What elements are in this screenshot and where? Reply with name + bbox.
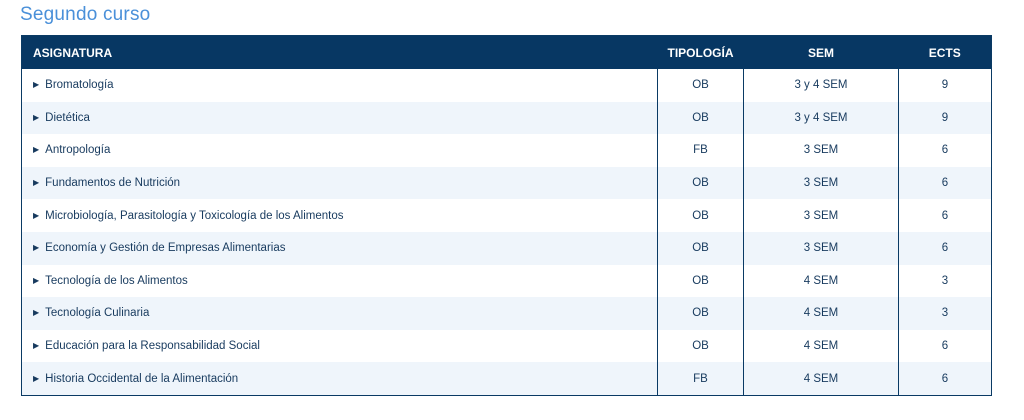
table-row: ▶ Microbiología, Parasitología y Toxicolo… <box>21 199 992 232</box>
ects-cell: 6 <box>898 134 992 167</box>
subject-cell[interactable]: ▶ Antropología <box>21 134 658 167</box>
subject-link[interactable]: Economía y Gestión de Empresas Alimentar… <box>45 242 285 254</box>
table-row: ▶ Dietética OB 3 y 4 SEM 9 <box>21 101 992 135</box>
tipologia-cell: OB <box>657 231 744 265</box>
page: Segundo curso ASIGNATURA TIPOLOGÍA SEM E… <box>0 0 1024 420</box>
sem-cell: 3 SEM <box>743 166 899 200</box>
subject-cell[interactable]: ▶ Fundamentos de Nutrición <box>21 166 658 200</box>
triangle-right-icon[interactable]: ▶ <box>33 374 39 383</box>
subject-cell[interactable]: ▶ Educación para la Responsabilidad Socia… <box>21 329 658 363</box>
sem-cell: 3 SEM <box>743 134 899 167</box>
sem-cell: 3 SEM <box>743 199 899 232</box>
triangle-right-icon[interactable]: ▶ <box>33 211 39 220</box>
ects-cell: 6 <box>898 362 992 396</box>
triangle-right-icon[interactable]: ▶ <box>33 80 39 89</box>
subject-link[interactable]: Microbiología, Parasitología y Toxicolog… <box>45 210 343 222</box>
subject-cell[interactable]: ▶ Dietética <box>21 101 658 135</box>
table-row: ▶ Tecnología Culinaria OB 4 SEM 3 <box>21 297 992 330</box>
sem-cell: 3 y 4 SEM <box>743 101 899 135</box>
subject-link[interactable]: Historia Occidental de la Alimentación <box>45 373 238 385</box>
sem-cell: 3 SEM <box>743 231 899 265</box>
subject-link[interactable]: Fundamentos de Nutrición <box>45 177 180 189</box>
triangle-right-icon[interactable]: ▶ <box>33 113 39 122</box>
table-row: ▶ Economía y Gestión de Empresas Alimenta… <box>21 231 992 265</box>
table-row: ▶ Historia Occidental de la Alimentación F… <box>21 362 992 396</box>
subject-cell[interactable]: ▶ Tecnología Culinaria <box>21 297 658 330</box>
tipologia-cell: FB <box>657 362 744 396</box>
subject-cell[interactable]: ▶ Historia Occidental de la Alimentación <box>21 362 658 396</box>
tipologia-cell: OB <box>657 101 744 135</box>
sem-cell: 3 y 4 SEM <box>743 69 899 102</box>
subject-link[interactable]: Educación para la Responsabilidad Social <box>45 340 260 352</box>
table-row: ▶ Fundamentos de Nutrición OB 3 SEM 6 <box>21 166 992 200</box>
triangle-right-icon[interactable]: ▶ <box>33 243 39 252</box>
subject-cell[interactable]: ▶ Microbiología, Parasitología y Toxicolo… <box>21 199 658 232</box>
ects-cell: 3 <box>898 297 992 330</box>
sem-cell: 4 SEM <box>743 362 899 396</box>
subject-link[interactable]: Bromatología <box>45 79 113 91</box>
triangle-right-icon[interactable]: ▶ <box>33 276 39 285</box>
header-asignatura: ASIGNATURA <box>21 35 658 69</box>
tipologia-cell: OB <box>657 297 744 330</box>
subjects-table: ASIGNATURA TIPOLOGÍA SEM ECTS ▶ Bromatolo… <box>21 35 992 396</box>
tipologia-cell: OB <box>657 199 744 232</box>
subject-link[interactable]: Antropología <box>45 144 110 156</box>
table-row: ▶ Bromatología OB 3 y 4 SEM 9 <box>21 69 992 102</box>
tipologia-cell: FB <box>657 134 744 167</box>
tipologia-cell: OB <box>657 329 744 363</box>
tipologia-cell: OB <box>657 264 744 298</box>
header-sem: SEM <box>743 35 899 69</box>
table-row: ▶ Tecnología de los Alimentos OB 4 SEM 3 <box>21 264 992 298</box>
table-row: ▶ Antropología FB 3 SEM 6 <box>21 134 992 167</box>
tipologia-cell: OB <box>657 69 744 102</box>
tipologia-cell: OB <box>657 166 744 200</box>
subject-cell[interactable]: ▶ Tecnología de los Alimentos <box>21 264 658 298</box>
subject-link[interactable]: Tecnología Culinaria <box>45 307 149 319</box>
header-tipologia: TIPOLOGÍA <box>657 35 744 69</box>
table-header-row: ASIGNATURA TIPOLOGÍA SEM ECTS <box>21 35 992 69</box>
triangle-right-icon[interactable]: ▶ <box>33 145 39 154</box>
ects-cell: 6 <box>898 166 992 200</box>
sem-cell: 4 SEM <box>743 329 899 363</box>
header-ects: ECTS <box>898 35 992 69</box>
section-title: Segundo curso <box>20 4 151 25</box>
subject-link[interactable]: Dietética <box>45 112 90 124</box>
ects-cell: 9 <box>898 101 992 135</box>
ects-cell: 6 <box>898 329 992 363</box>
ects-cell: 3 <box>898 264 992 298</box>
ects-cell: 6 <box>898 231 992 265</box>
subject-cell[interactable]: ▶ Economía y Gestión de Empresas Alimenta… <box>21 231 658 265</box>
sem-cell: 4 SEM <box>743 264 899 298</box>
triangle-right-icon[interactable]: ▶ <box>33 341 39 350</box>
triangle-right-icon[interactable]: ▶ <box>33 178 39 187</box>
ects-cell: 9 <box>898 69 992 102</box>
subject-cell[interactable]: ▶ Bromatología <box>21 69 658 102</box>
sem-cell: 4 SEM <box>743 297 899 330</box>
ects-cell: 6 <box>898 199 992 232</box>
triangle-right-icon[interactable]: ▶ <box>33 308 39 317</box>
subject-link[interactable]: Tecnología de los Alimentos <box>45 275 188 287</box>
table-row: ▶ Educación para la Responsabilidad Socia… <box>21 329 992 363</box>
